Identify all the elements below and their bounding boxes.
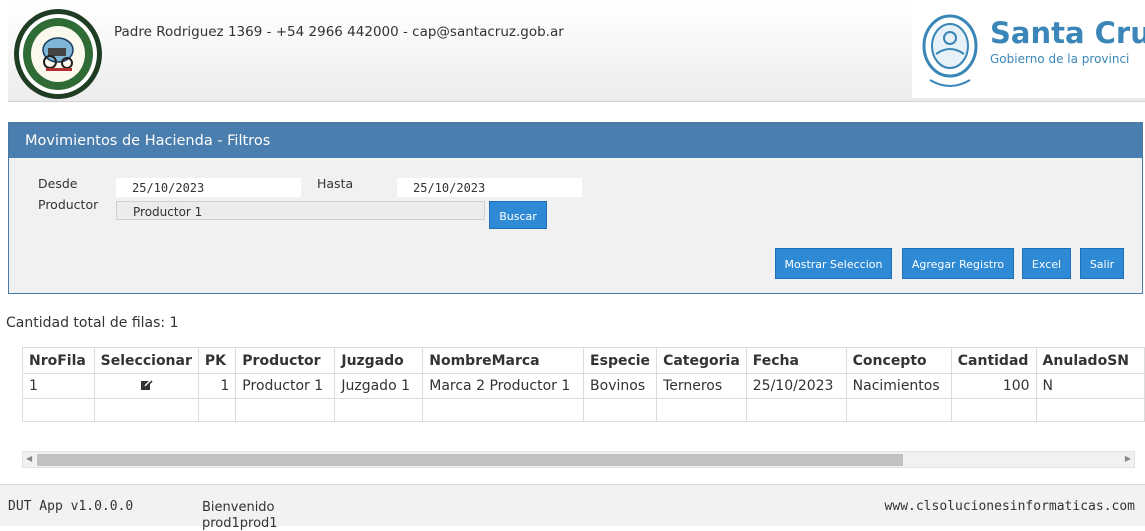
table-row[interactable]: 1 1 Productor 1 Juzgado 1 Marca 2 Produc… [22, 373, 1145, 399]
column-header[interactable]: PK [197, 347, 237, 374]
contact-info: Padre Rodriguez 1369 - +54 2966 442000 -… [114, 24, 564, 40]
cell-pk: 1 [197, 373, 237, 399]
results-table: NroFila Seleccionar PK Productor Juzgado… [22, 347, 1145, 422]
consejo-agrario-seal-icon [14, 9, 102, 99]
column-header[interactable]: Seleccionar [93, 347, 199, 374]
cell-categoria: Terneros [656, 373, 747, 399]
hasta-date-input[interactable]: 25/10/2023 [397, 178, 582, 197]
column-header[interactable]: Cantidad [950, 347, 1037, 374]
cell-anuladosn: N [1035, 373, 1145, 399]
cell-fecha: 25/10/2023 [745, 373, 847, 399]
table-row-empty [22, 398, 1145, 422]
table-header-row: NroFila Seleccionar PK Productor Juzgado… [22, 347, 1145, 374]
province-shield-icon [922, 14, 978, 87]
salir-button[interactable]: Salir [1080, 248, 1124, 279]
cell-productor: Productor 1 [235, 373, 336, 399]
welcome-text: Bienvenido [202, 500, 275, 515]
filters-title: Movimientos de Hacienda - Filtros [9, 123, 1142, 158]
cell-especie: Bovinos [583, 373, 658, 399]
column-header[interactable]: NombreMarca [422, 347, 585, 374]
mostrar-seleccion-button[interactable]: Mostrar Seleccion [775, 248, 892, 279]
edit-checkbox-icon [140, 378, 153, 390]
cell-nrofila: 1 [22, 373, 95, 399]
horizontal-scrollbar[interactable]: ◀ ▶ [22, 451, 1135, 468]
row-count: Cantidad total de filas: 1 [6, 315, 179, 331]
cell-cantidad: 100 [950, 373, 1037, 399]
app-version: DUT App v1.0.0.0 [8, 499, 134, 514]
results-grid: NroFila Seleccionar PK Productor Juzgado… [22, 347, 1145, 431]
column-header[interactable]: Fecha [745, 347, 847, 374]
username: prod1prod1 [202, 516, 278, 531]
productor-field[interactable]: Productor 1 [116, 201, 485, 220]
footer: DUT App v1.0.0.0 Bienvenido prod1prod1 w… [0, 484, 1145, 531]
column-header[interactable]: Especie [583, 347, 658, 374]
scrollbar-thumb[interactable] [37, 454, 903, 466]
scroll-right-icon[interactable]: ▶ [1125, 454, 1131, 463]
scroll-left-icon[interactable]: ◀ [26, 454, 32, 463]
website-link[interactable]: www.clsolucionesinformaticas.com [885, 499, 1135, 514]
column-header[interactable]: NroFila [22, 347, 95, 374]
province-name: Santa Cruz [990, 16, 1145, 50]
productor-label: Productor [38, 197, 99, 212]
desde-label: Desde [38, 176, 78, 191]
cell-juzgado: Juzgado 1 [334, 373, 424, 399]
province-logo: Santa Cruz Gobierno de la provinci [912, 6, 1145, 98]
cell-seleccionar[interactable] [93, 373, 199, 399]
excel-button[interactable]: Excel [1022, 248, 1071, 279]
column-header[interactable]: Concepto [845, 347, 952, 374]
cell-concepto: Nacimientos [845, 373, 952, 399]
cell-nombremarca: Marca 2 Productor 1 [422, 373, 585, 399]
desde-date-input[interactable]: 25/10/2023 [116, 178, 301, 197]
column-header[interactable]: Categoria [656, 347, 747, 374]
hasta-label: Hasta [317, 176, 354, 191]
column-header[interactable]: Productor [235, 347, 336, 374]
column-header[interactable]: Juzgado [334, 347, 424, 374]
header-banner: Padre Rodriguez 1369 - +54 2966 442000 -… [8, 6, 1145, 102]
province-subtitle: Gobierno de la provinci [990, 52, 1130, 66]
filters-panel: Movimientos de Hacienda - Filtros Desde … [8, 122, 1143, 294]
column-header[interactable]: AnuladoSN [1035, 347, 1145, 374]
agregar-registro-button[interactable]: Agregar Registro [902, 248, 1014, 279]
buscar-button[interactable]: Buscar [489, 201, 547, 229]
